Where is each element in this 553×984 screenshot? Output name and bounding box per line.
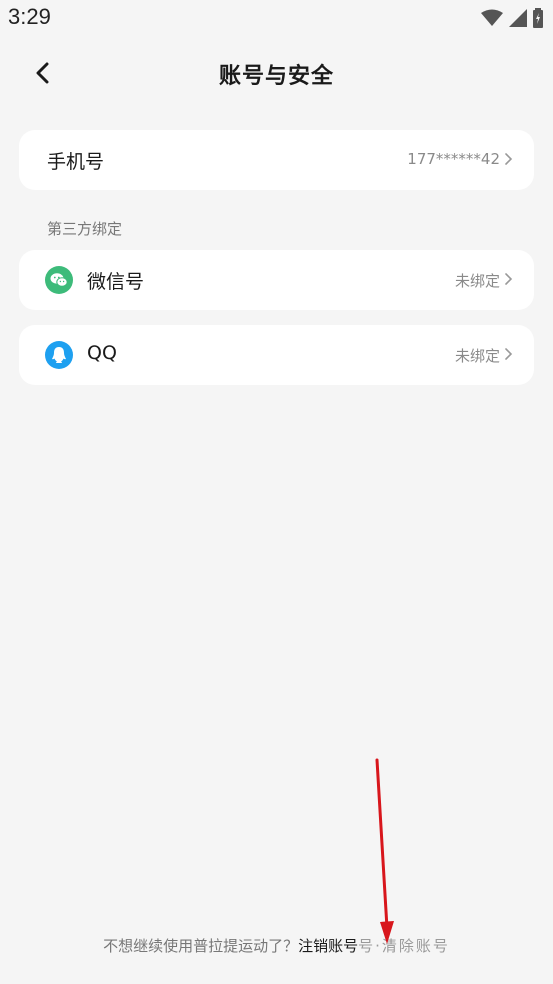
wifi-icon (481, 9, 503, 31)
top-nav-bar: 账号与安全 (0, 46, 553, 102)
phone-number-label: 手机号 (47, 151, 105, 173)
delete-account-link[interactable]: 注销账号 (298, 937, 358, 955)
status-icons (481, 8, 543, 32)
phone-number-row[interactable]: 手机号 177******42 (19, 130, 534, 190)
account-security-screen: 3:29 账号与安全 手机号 177******42 第三方绑定 微信号 未绑定… (0, 0, 553, 984)
battery-charging-icon (533, 8, 543, 32)
delete-account-link-tail[interactable]: 号·清除账号 (358, 937, 450, 955)
signal-icon (509, 9, 527, 31)
status-time: 3:29 (8, 4, 51, 29)
chevron-right-icon (505, 273, 513, 285)
status-bar: 3:29 (0, 0, 553, 38)
qq-label: QQ (87, 342, 117, 364)
wechat-bind-row[interactable]: 微信号 未绑定 (19, 250, 534, 310)
qq-status: 未绑定 (454, 347, 500, 365)
delete-account-footer: 不想继续使用普拉提运动了？注销账号号·清除账号 (0, 935, 553, 956)
wechat-icon (45, 266, 73, 294)
phone-number-value: 177******42 (407, 150, 500, 168)
chevron-right-icon (505, 153, 513, 165)
page-title: 账号与安全 (218, 64, 334, 89)
delete-account-prompt: 不想继续使用普拉提运动了？ (103, 937, 299, 955)
qq-icon (45, 341, 73, 369)
chevron-right-icon (505, 348, 513, 360)
qq-bind-row[interactable]: QQ 未绑定 (19, 325, 534, 385)
wechat-status: 未绑定 (454, 272, 500, 290)
third-party-section-title: 第三方绑定 (47, 220, 123, 238)
wechat-label: 微信号 (87, 271, 145, 293)
